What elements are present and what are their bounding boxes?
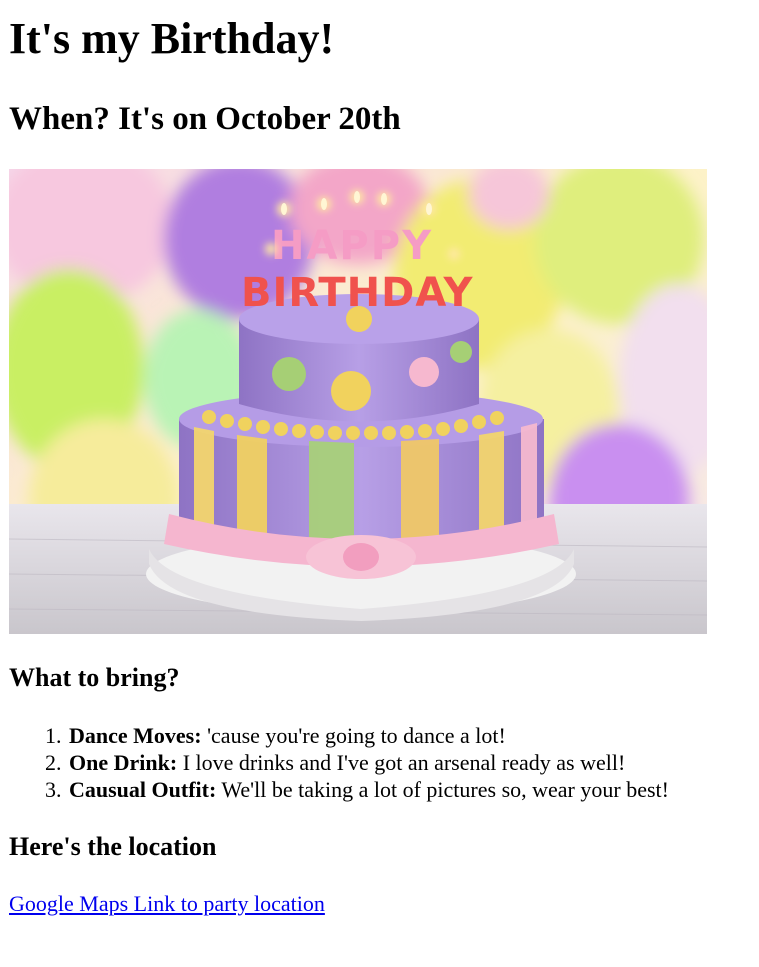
page-title: It's my Birthday! — [9, 14, 335, 63]
list-item-text: We'll be taking a lot of pictures so, we… — [216, 777, 669, 802]
list-item: 3. Causual Outfit: We'll be taking a lot … — [9, 776, 669, 803]
party-date-heading: When? It's on October 20th — [9, 101, 401, 137]
location-heading: Here's the location — [9, 832, 217, 861]
list-item-number: 3. — [45, 777, 62, 802]
google-maps-link[interactable]: Google Maps Link to party location — [9, 890, 325, 917]
list-item-text: 'cause you're going to dance a lot! — [201, 723, 506, 748]
list-item-number: 2. — [45, 750, 62, 775]
page: It's my Birthday! When? It's on October … — [0, 0, 759, 967]
list-item-text: I love drinks and I've got an arsenal re… — [177, 750, 626, 775]
what-to-bring-heading: What to bring? — [9, 663, 180, 692]
bring-list: 1. Dance Moves: 'cause you're going to da… — [9, 722, 669, 803]
list-item-number: 1. — [45, 723, 62, 748]
candle-text-top: HAPPY — [271, 223, 433, 269]
list-item-label: Dance Moves: — [69, 723, 202, 748]
list-item-label: One Drink: — [69, 750, 178, 775]
candle-text-bottom: BIRTHDAY — [241, 270, 473, 316]
birthday-cake-image: HAPPY BIRTHDAY — [9, 169, 707, 634]
list-item: 2. One Drink: I love drinks and I've got … — [9, 749, 669, 776]
list-item: 1. Dance Moves: 'cause you're going to da… — [9, 722, 669, 749]
list-item-label: Causual Outfit: — [69, 777, 217, 802]
